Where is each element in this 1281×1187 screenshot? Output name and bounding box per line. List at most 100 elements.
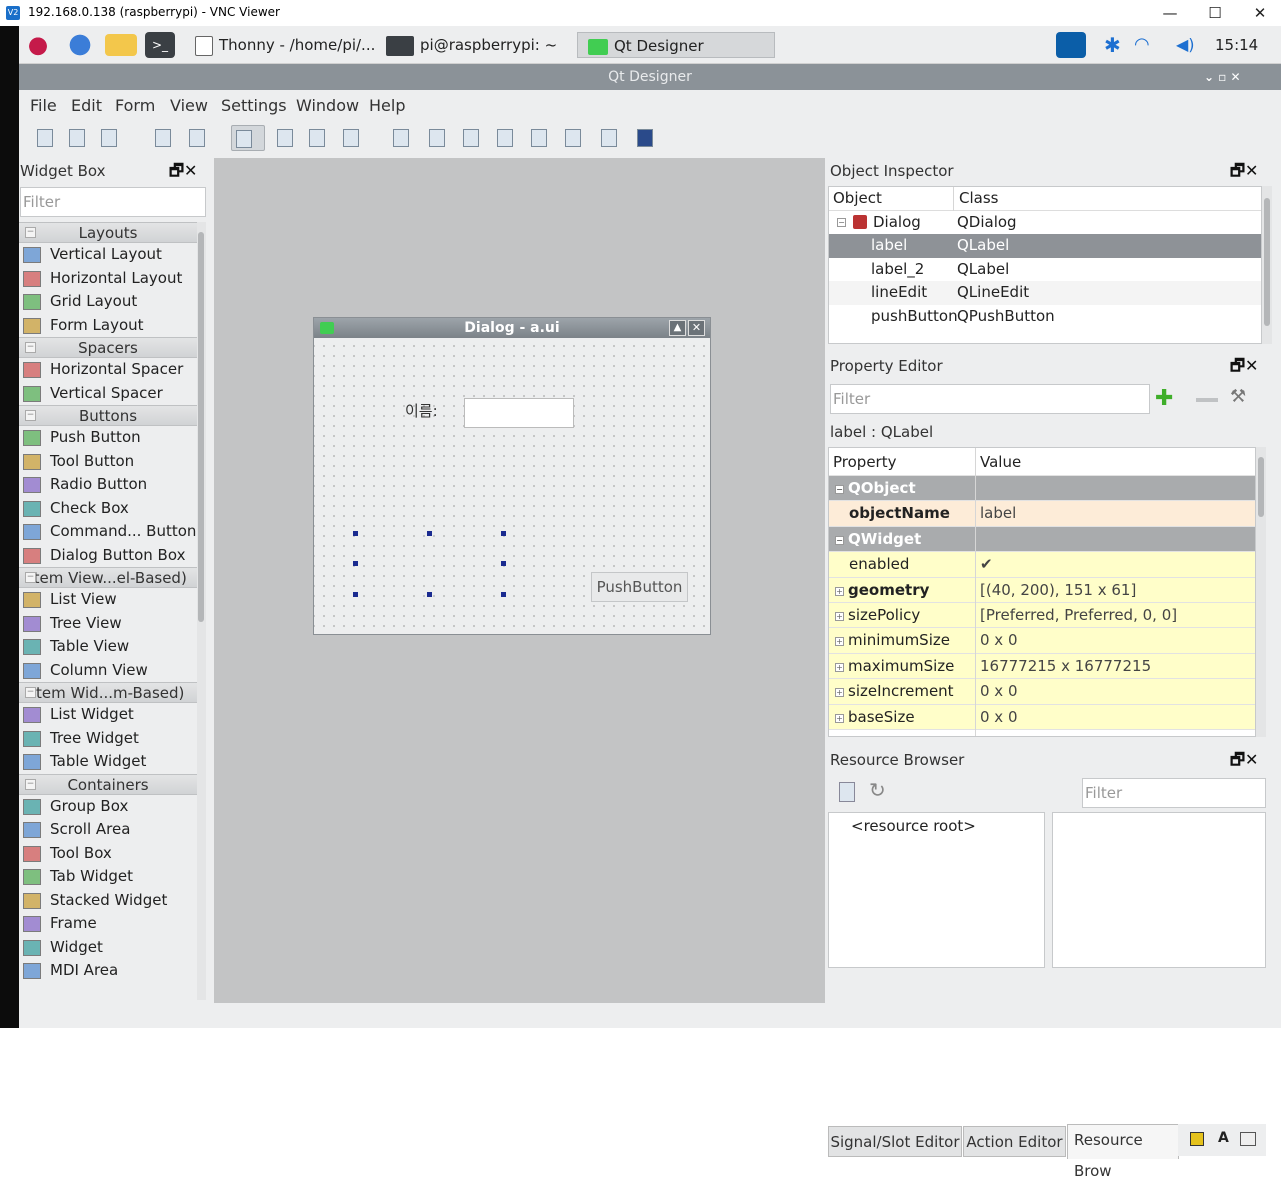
minimize-button[interactable]: —: [1150, 2, 1190, 24]
collapse-icon[interactable]: −: [835, 535, 844, 545]
object-row[interactable]: label_2 QLabel: [829, 258, 1261, 282]
layout-horizontal-icon[interactable]: [389, 125, 413, 151]
input-icon[interactable]: [1240, 1132, 1256, 1146]
property-row[interactable]: + geometry [(40, 200), 151 x 61]: [829, 577, 1255, 603]
layout-vertical-icon[interactable]: [425, 125, 449, 151]
widget-item[interactable]: Column View: [19, 659, 197, 683]
bluetooth-icon[interactable]: ✱: [1104, 32, 1121, 58]
raspberry-menu-icon[interactable]: [25, 32, 51, 58]
collapse-icon[interactable]: −: [835, 485, 844, 494]
edit-buddies-icon[interactable]: [305, 125, 329, 151]
dialog-close-icon[interactable]: ✕: [688, 320, 705, 336]
menu-window[interactable]: Window: [296, 96, 359, 115]
property-scrollbar[interactable]: [1256, 447, 1266, 737]
edit-signals-icon[interactable]: [273, 125, 297, 151]
widget-item[interactable]: Push Button: [19, 426, 197, 450]
property-row[interactable]: + sizeIncrement 0 x 0: [829, 679, 1255, 705]
collapse-icon[interactable]: −: [25, 572, 36, 583]
property-row[interactable]: enabled ✔: [829, 552, 1255, 578]
dialog-form[interactable]: Dialog - a.ui ▲ ✕ 이름: PushButton: [313, 317, 711, 635]
open-form-icon[interactable]: [65, 125, 89, 151]
widget-list-scrollbar[interactable]: [197, 222, 206, 1000]
property-value[interactable]: [(40, 200), 151 x 61]: [980, 578, 1136, 603]
object-row[interactable]: lineEdit QLineEdit: [829, 281, 1261, 305]
widget-item[interactable]: Scroll Area: [19, 818, 197, 842]
layout-grid-icon[interactable]: [527, 125, 551, 151]
widget-item[interactable]: Tool Box: [19, 842, 197, 866]
widget-item[interactable]: Vertical Layout: [19, 243, 197, 267]
property-value[interactable]: label: [980, 501, 1016, 526]
break-layout-icon[interactable]: [597, 125, 621, 151]
widget-item[interactable]: Frame: [19, 912, 197, 936]
object-row[interactable]: label QLabel: [829, 234, 1261, 258]
property-row[interactable]: + maximumSize 16777215 x 16777215: [829, 653, 1255, 680]
property-row[interactable]: + baseSize 0 x 0: [829, 704, 1255, 730]
property-value[interactable]: [Preferred, Preferred, 0, 0]: [980, 603, 1177, 628]
widget-item[interactable]: Radio Button: [19, 473, 197, 497]
selection-handle[interactable]: [427, 592, 432, 597]
menu-settings[interactable]: Settings: [221, 96, 287, 115]
window-controls[interactable]: ⌄ ▫ ✕: [1204, 64, 1241, 90]
widget-item[interactable]: List Widget: [19, 703, 197, 727]
object-row[interactable]: − Dialog QDialog: [829, 211, 1261, 235]
widget-category[interactable]: − Layouts: [19, 222, 197, 243]
expand-icon[interactable]: +: [835, 586, 844, 596]
widget-category[interactable]: − Item View...el-Based): [19, 567, 197, 588]
terminal-icon[interactable]: >_: [145, 32, 175, 58]
menu-edit[interactable]: Edit: [71, 96, 102, 115]
resource-root[interactable]: <resource root>: [851, 817, 976, 835]
add-property-icon[interactable]: ✚: [1155, 386, 1173, 411]
expand-icon[interactable]: +: [835, 688, 844, 698]
save-form-icon[interactable]: [97, 125, 121, 151]
edit-tab-order-icon[interactable]: [339, 125, 363, 151]
remove-property-icon[interactable]: [1196, 398, 1218, 402]
property-value[interactable]: 0 x 0: [980, 628, 1018, 653]
resource-list[interactable]: [1052, 812, 1266, 968]
object-row[interactable]: pushButton QPushButton: [829, 305, 1261, 329]
new-form-icon[interactable]: [33, 125, 57, 151]
file-manager-icon[interactable]: [105, 34, 137, 56]
vnc-tray-icon[interactable]: [1056, 32, 1086, 58]
widget-item[interactable]: Vertical Spacer: [19, 382, 197, 406]
selection-handle[interactable]: [501, 561, 506, 566]
widget-item[interactable]: Widget: [19, 936, 197, 960]
bring-to-front-icon[interactable]: [151, 125, 175, 151]
expand-icon[interactable]: +: [835, 662, 844, 672]
resource-tree[interactable]: <resource root>: [828, 812, 1045, 968]
collapse-icon[interactable]: −: [25, 687, 36, 698]
volume-icon[interactable]: ◀): [1176, 32, 1195, 58]
layout-h-splitter-icon[interactable]: [459, 125, 483, 151]
property-section[interactable]: − QWidget: [829, 526, 1255, 553]
widget-category[interactable]: − Containers: [19, 773, 197, 795]
widget-category[interactable]: − Spacers: [19, 337, 197, 358]
widget-item[interactable]: Horizontal Spacer: [19, 358, 197, 382]
close-button[interactable]: ✕: [1240, 2, 1280, 24]
widget-item[interactable]: Grid Layout: [19, 290, 197, 314]
selection-handle[interactable]: [353, 592, 358, 597]
property-section[interactable]: − QObject: [829, 476, 1255, 502]
collapse-icon[interactable]: −: [25, 227, 36, 238]
wifi-icon[interactable]: ◠: [1134, 32, 1150, 58]
widget-item[interactable]: Command... Button: [19, 520, 197, 544]
dock-float-close-icon[interactable]: 🗗✕: [169, 160, 197, 187]
task-thonny[interactable]: Thonny - /home/pi/...: [195, 32, 375, 58]
property-value[interactable]: 0 x 0: [980, 679, 1018, 704]
widget-item[interactable]: Tool Button: [19, 450, 197, 474]
task-qt-designer[interactable]: Qt Designer: [577, 32, 775, 58]
adjust-size-icon[interactable]: [633, 125, 657, 151]
dock-float-close-icon[interactable]: 🗗✕: [1230, 160, 1258, 187]
collapse-icon[interactable]: −: [25, 342, 36, 353]
collapse-icon[interactable]: −: [25, 778, 36, 790]
line-edit[interactable]: [464, 398, 574, 428]
menu-form[interactable]: Form: [115, 96, 155, 115]
layout-v-splitter-icon[interactable]: [493, 125, 517, 151]
widget-category[interactable]: − Buttons: [19, 405, 197, 426]
property-row[interactable]: + sizePolicy [Preferred, Preferred, 0, 0]: [829, 602, 1255, 629]
expand-icon[interactable]: +: [835, 637, 844, 647]
property-value[interactable]: 0 x 0: [980, 705, 1018, 730]
menu-help[interactable]: Help: [369, 96, 405, 115]
widget-item[interactable]: Tree Widget: [19, 727, 197, 751]
widget-item[interactable]: Stacked Widget: [19, 889, 197, 913]
selection-handle[interactable]: [353, 531, 358, 536]
widget-filter-input[interactable]: Filter: [20, 187, 206, 217]
